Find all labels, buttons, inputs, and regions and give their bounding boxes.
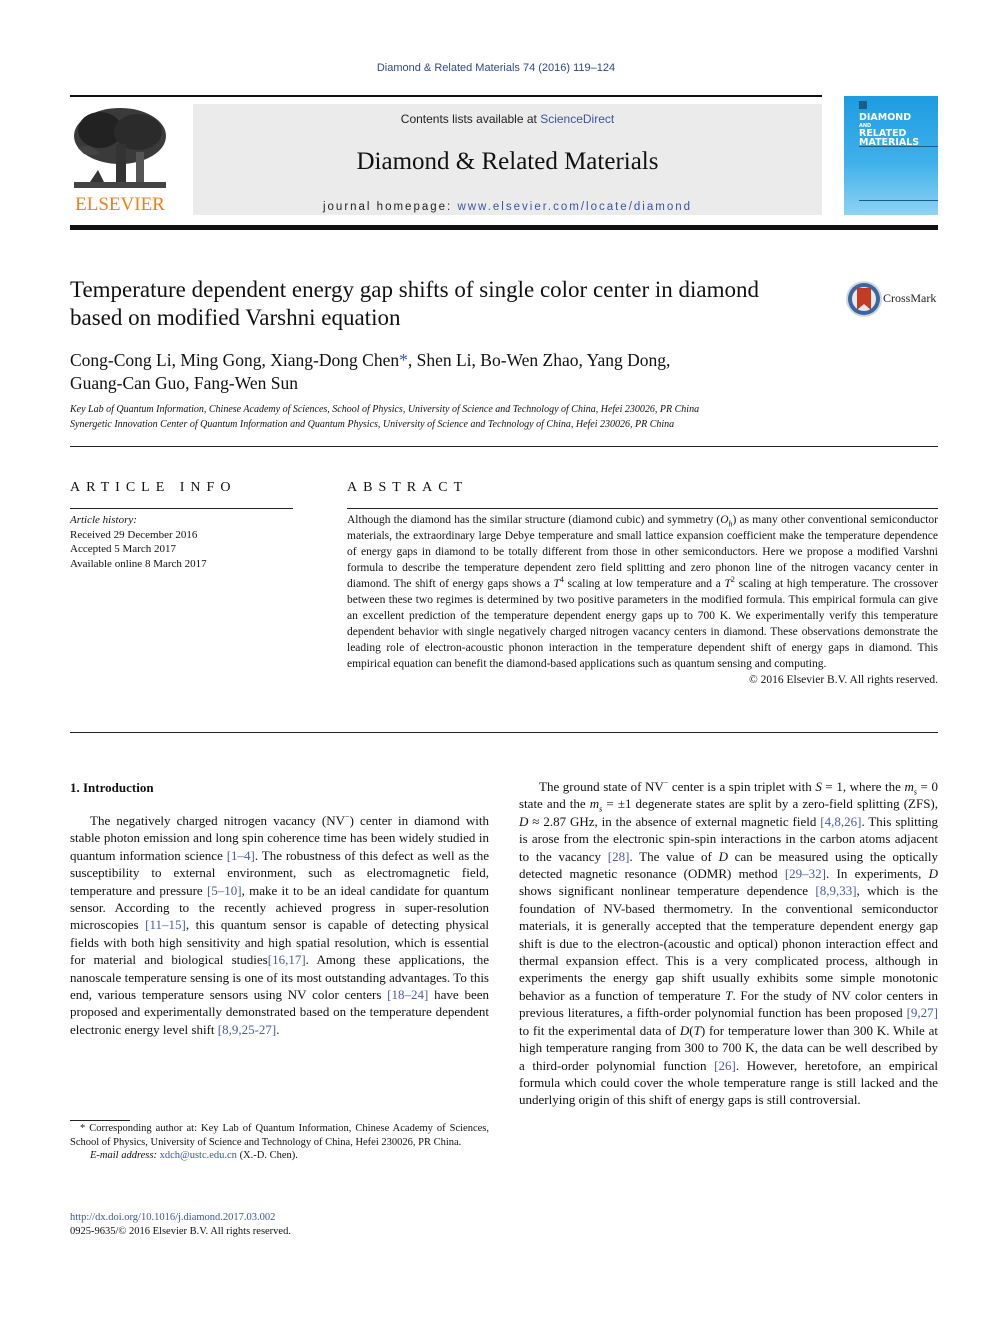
citation-link[interactable]: [29–32]: [785, 866, 826, 881]
doi-block: http://dx.doi.org/10.1016/j.diamond.2017…: [70, 1211, 489, 1238]
text-run: . The value of: [629, 848, 719, 864]
citation-link[interactable]: [4,8,26]: [820, 814, 861, 829]
abstract-body: Although the diamond has the similar str…: [347, 512, 938, 688]
online-date: Available online 8 March 2017: [70, 557, 207, 570]
cover-logo-icon: [859, 101, 867, 109]
corresponding-note: * Corresponding author at: Key Lab of Qu…: [70, 1122, 489, 1149]
math-symbol: m: [904, 779, 914, 794]
intro-column-left: The negatively charged nitrogen vacancy …: [70, 812, 489, 1038]
citation-link[interactable]: [5–10]: [207, 883, 242, 898]
affiliation: Synergetic Innovation Center of Quantum …: [70, 419, 675, 430]
journal-cover[interactable]: DIAMOND AND RELATED MATERIALS: [844, 96, 938, 215]
cover-title: DIAMOND AND RELATED MATERIALS: [859, 113, 919, 148]
authors-line1b: , Shen Li, Bo-Wen Zhao, Yang Dong,: [407, 350, 671, 370]
crossmark-label: CrossMark: [883, 291, 937, 305]
article-title: Temperature dependent energy gap shifts …: [70, 277, 760, 330]
abstract-heading: ABSTRACT: [347, 480, 469, 495]
text-run: .: [276, 1021, 280, 1037]
citation-link[interactable]: [18–24]: [387, 987, 428, 1002]
journal-masthead: Contents lists available at ScienceDirec…: [193, 104, 822, 215]
email-note: E-mail address: xdch@ustc.edu.cn (X.-D. …: [70, 1149, 489, 1163]
sciencedirect-link[interactable]: ScienceDirect: [540, 112, 614, 126]
corresponding-author-mark[interactable]: *: [399, 350, 408, 370]
contents-line: Contents lists available at ScienceDirec…: [193, 112, 822, 126]
doi-link[interactable]: http://dx.doi.org/10.1016/j.diamond.2017…: [70, 1212, 275, 1223]
email-label: E-mail address:: [90, 1150, 157, 1161]
homepage-prefix: journal homepage:: [322, 201, 458, 213]
symmetry-symbol: O: [720, 514, 729, 526]
crossmark-icon: [846, 281, 882, 317]
article-info-heading: ARTICLE INFO: [70, 480, 237, 495]
article-history: Article history: Received 29 December 20…: [70, 513, 293, 571]
received-date: Received 29 December 2016: [70, 528, 198, 541]
math-symbol: T: [693, 1022, 701, 1038]
text-run: center is a spin triplet with: [668, 779, 816, 794]
cover-title-line1: DIAMOND: [859, 112, 912, 123]
math-symbol: D: [519, 813, 529, 829]
math-symbol: D: [928, 866, 938, 882]
citation-link[interactable]: [26]: [714, 1058, 736, 1073]
affiliations: Key Lab of Quantum Information, Chinese …: [70, 402, 938, 432]
history-label: Article history:: [70, 514, 137, 526]
abstract-span: Although the diamond has the similar str…: [347, 514, 721, 526]
abstract-span: scaling at low temperature and a: [563, 578, 725, 590]
crossmark-button[interactable]: CrossMark: [845, 280, 940, 318]
math-symbol: m: [589, 796, 600, 812]
citation-link[interactable]: [28]: [608, 849, 630, 864]
divider: [70, 508, 293, 509]
text-run: The negatively charged nitrogen vacancy …: [90, 813, 346, 828]
text-run: to fit the experimental data of: [519, 1022, 680, 1038]
abstract-copyright: © 2016 Elsevier B.V. All rights reserved…: [749, 674, 938, 686]
authors-line2: Guang-Can Guo, Fang-Wen Sun: [70, 373, 299, 393]
intro-paragraph: The ground state of NV− center is a spin…: [519, 778, 938, 1109]
text-run: ≈ 2.87 GHz, in the absence of external m…: [528, 813, 821, 829]
email-link[interactable]: xdch@ustc.edu.cn: [160, 1150, 237, 1161]
text-run: shows significant nonlinear temperature …: [519, 883, 816, 899]
citation-link[interactable]: [11–15]: [145, 917, 186, 932]
divider: [70, 446, 938, 447]
text-run: , which is the foundation of NV-based th…: [519, 883, 938, 1003]
citation-link[interactable]: [8,9,33]: [815, 883, 856, 898]
citation-link[interactable]: [9,27]: [907, 1005, 938, 1020]
homepage-link[interactable]: www.elsevier.com/locate/diamond: [457, 201, 692, 213]
section-heading-introduction: 1. Introduction: [70, 780, 154, 795]
text-run: . In experiments,: [826, 866, 929, 882]
contents-prefix: Contents lists available at: [400, 112, 541, 126]
math-symbol: D: [718, 848, 728, 864]
text-run: = ±1 degenerate states are split by a ze…: [602, 796, 938, 812]
citation-link[interactable]: [1–4]: [227, 848, 255, 863]
journal-title: Diamond & Related Materials: [356, 148, 659, 175]
footnote-rule: [70, 1120, 130, 1121]
intro-column-right: The ground state of NV− center is a spin…: [519, 778, 938, 1109]
accepted-date: Accepted 5 March 2017: [70, 543, 176, 555]
affiliation: Key Lab of Quantum Information, Chinese …: [70, 404, 700, 415]
footnote-text: Corresponding author at: Key Lab of Quan…: [70, 1123, 489, 1148]
footnote: * Corresponding author at: Key Lab of Qu…: [70, 1122, 489, 1163]
intro-paragraph: The negatively charged nitrogen vacancy …: [70, 812, 489, 1038]
email-suffix: (X.-D. Chen).: [236, 1150, 298, 1161]
header-rule: [70, 95, 822, 97]
journal-homepage: journal homepage: www.elsevier.com/locat…: [193, 201, 822, 213]
masthead-rule: [70, 225, 938, 230]
citation-link[interactable]: [8,9,25-27]: [218, 1022, 277, 1037]
elsevier-tree-icon: [74, 108, 166, 188]
text-run: = 1, where the: [821, 779, 905, 794]
cover-divider: [859, 146, 938, 147]
issn-line: 0925-9635/© 2016 Elsevier B.V. All right…: [70, 1225, 291, 1237]
cover-divider: [859, 200, 938, 201]
citation-link[interactable]: [16,17]: [268, 952, 306, 967]
abstract-text: Although the diamond has the similar str…: [347, 512, 938, 672]
abstract-span: scaling at high temperature. The crossov…: [347, 578, 938, 670]
author-list: Cong-Cong Li, Ming Gong, Xiang-Dong Chen…: [70, 349, 790, 395]
elsevier-logo[interactable]: ELSEVIER: [70, 104, 170, 216]
running-head: Diamond & Related Materials 74 (2016) 11…: [376, 62, 616, 74]
text-run: The ground state of NV: [539, 779, 664, 794]
elsevier-wordmark: ELSEVIER: [75, 194, 165, 215]
math-symbol: D: [679, 1022, 690, 1038]
divider: [347, 508, 938, 509]
authors-line1a: Cong-Cong Li, Ming Gong, Xiang-Dong Chen: [70, 350, 400, 370]
divider: [70, 732, 938, 733]
